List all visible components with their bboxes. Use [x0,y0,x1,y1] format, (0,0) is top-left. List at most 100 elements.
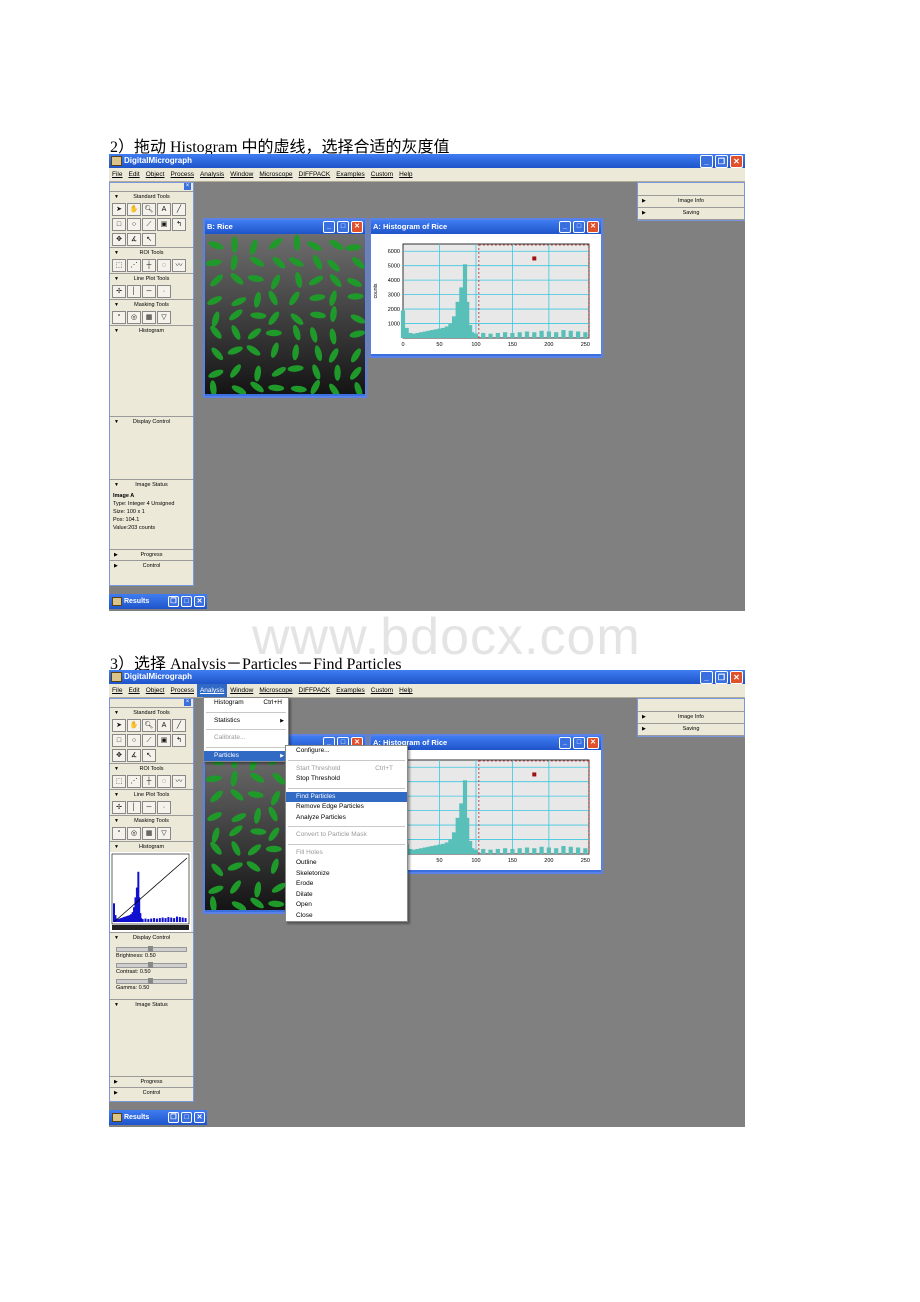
restore-icon[interactable]: ❐ [715,155,728,168]
lp-hline-icon[interactable]: ─ [142,801,156,814]
menu-file[interactable]: File [109,168,125,181]
mask-wedge-icon[interactable]: ▽ [157,827,171,840]
menu-item-fill-holes[interactable]: Fill Holes [286,848,407,859]
results-maximize-icon[interactable]: □ [181,596,192,607]
roi-curve-icon[interactable]: 〰 [172,259,186,272]
minimize-icon[interactable]: _ [700,155,713,168]
histogram-plot[interactable]: 6000 5000 4000 3000 2000 1000 0 50 100 150 200 250 c… [371,234,601,354]
section-masking-tools[interactable]: ▼ Masking Tools [110,299,193,310]
roi-line-icon[interactable]: ⋰ [127,259,141,272]
wand-tool-icon[interactable]: ⟋ [142,734,156,747]
brightness-slider[interactable] [116,946,187,952]
mask-grid-icon[interactable]: ▦ [142,827,156,840]
menu-microscope[interactable]: Microscope [256,168,295,181]
section-control[interactable]: ▶ Control [110,560,193,571]
roi-line-icon[interactable]: ⋰ [127,775,141,788]
rice-image[interactable] [205,234,365,394]
menu-item-find-particles[interactable]: Find Particles [286,791,407,802]
lp-move-icon[interactable]: ✢ [112,285,126,298]
scale-tool-icon[interactable]: ↰ [172,218,186,231]
gamma-slider[interactable] [116,978,187,984]
section-lineplot-tools[interactable]: ▼ Line Plot Tools [110,789,193,800]
text-tool-icon[interactable]: A [157,203,171,216]
lp-point-icon[interactable]: · [157,285,171,298]
roi-rect-icon[interactable]: ⬚ [112,775,126,788]
menu-item-analyze-particles[interactable]: Analyze Particles [286,813,407,824]
menu-item-erode[interactable]: Erode [286,879,407,890]
menu-edit[interactable]: Edit [125,684,142,697]
results-window[interactable]: Results ❐ □ ✕ [109,594,207,609]
menu-help[interactable]: Help [396,684,415,697]
rect-tool-icon[interactable]: □ [112,734,126,747]
minimize-icon[interactable]: _ [700,671,713,684]
rice-minimize-icon[interactable]: _ [323,221,335,233]
roi-rect-icon[interactable]: ⬚ [112,259,126,272]
menu-item-start-threshold[interactable]: Start Threshold Ctrl+T [286,764,407,775]
section-roi-tools[interactable]: ▼ ROI Tools [110,763,193,774]
move-tool-icon[interactable]: ✥ [112,749,126,762]
oval-tool-icon[interactable]: ○ [127,218,141,231]
roi-point-icon[interactable]: ┼ [142,775,156,788]
pointer-tool-icon[interactable]: ➤ [112,719,126,732]
menu-window[interactable]: Window [227,684,256,697]
text-tool-icon[interactable]: A [157,719,171,732]
hist-close-icon[interactable]: ✕ [587,737,599,749]
menu-item-outline[interactable]: Outline [286,858,407,869]
lp-vline-icon[interactable]: │ [127,285,141,298]
select-tool-icon[interactable]: ↖ [142,749,156,762]
select-tool-icon[interactable]: ↖ [142,233,156,246]
rice-close-icon[interactable]: ✕ [351,221,363,233]
results-restore-icon[interactable]: ❐ [168,1112,179,1123]
lp-move-icon[interactable]: ✢ [112,801,126,814]
mask-grid-icon[interactable]: ▦ [142,311,156,324]
menu-item-skeletonize[interactable]: Skeletonize [286,869,407,880]
hand-tool-icon[interactable]: ✋ [127,719,141,732]
menu-item-configure[interactable]: Configure... [286,746,407,757]
section-image-status[interactable]: ▼ Image Status [110,479,193,490]
menu-examples[interactable]: Examples [333,684,368,697]
section-display-control[interactable]: ▼ Display Control [110,416,193,427]
move-tool-icon[interactable]: ✥ [112,233,126,246]
results-window[interactable]: Results ❐ □ ✕ [109,1110,207,1125]
menu-item-open[interactable]: Open [286,900,407,911]
section-lineplot-tools[interactable]: ▼ Line Plot Tools [110,273,193,284]
menu-item-particles[interactable]: Particles ▶ [204,750,288,761]
menu-process[interactable]: Process [167,684,196,697]
section-histogram[interactable]: ▼ Histogram [110,841,193,852]
oval-tool-icon[interactable]: ○ [127,734,141,747]
angle-tool-icon[interactable]: ∡ [127,233,141,246]
menu-item-close[interactable]: Close [286,911,407,922]
lp-vline-icon[interactable]: │ [127,801,141,814]
menu-item-histogram[interactable]: Histogram Ctrl+H [204,698,288,709]
hist-minimize-icon[interactable]: _ [559,221,571,233]
close-icon[interactable]: ✕ [730,155,743,168]
menu-custom[interactable]: Custom [368,684,396,697]
saving-row[interactable]: ▶ Saving [638,208,744,220]
hist-maximize-icon[interactable]: □ [573,737,585,749]
menu-edit[interactable]: Edit [125,168,142,181]
restore-icon[interactable]: ❐ [715,671,728,684]
menu-custom[interactable]: Custom [368,168,396,181]
angle-tool-icon[interactable]: ∡ [127,749,141,762]
mask-ring-icon[interactable]: ◎ [127,827,141,840]
results-maximize-icon[interactable]: □ [181,1112,192,1123]
hist-maximize-icon[interactable]: □ [573,221,585,233]
section-display-control[interactable]: ▼ Display Control [110,932,193,943]
menu-object[interactable]: Object [143,684,168,697]
menu-examples[interactable]: Examples [333,168,368,181]
menu-item-statistics[interactable]: Statistics ▶ [204,716,288,727]
roi-curve-icon[interactable]: 〰 [172,775,186,788]
section-progress[interactable]: ▶ Progress [110,1076,193,1087]
pointer-tool-icon[interactable]: ➤ [112,203,126,216]
menu-analysis[interactable]: Analysis [197,168,227,181]
close-icon[interactable]: ✕ [730,671,743,684]
menu-diffpack[interactable]: DIFFPACK [296,168,334,181]
menu-help[interactable]: Help [396,168,415,181]
wand-tool-icon[interactable]: ⟋ [142,218,156,231]
menu-process[interactable]: Process [167,168,196,181]
hand-tool-icon[interactable]: ✋ [127,203,141,216]
panel-close-icon[interactable]: × [184,183,191,190]
hist-close-icon[interactable]: ✕ [587,221,599,233]
rice-maximize-icon[interactable]: □ [337,221,349,233]
zoom-tool-icon[interactable]: 🔍︎ [142,203,156,216]
